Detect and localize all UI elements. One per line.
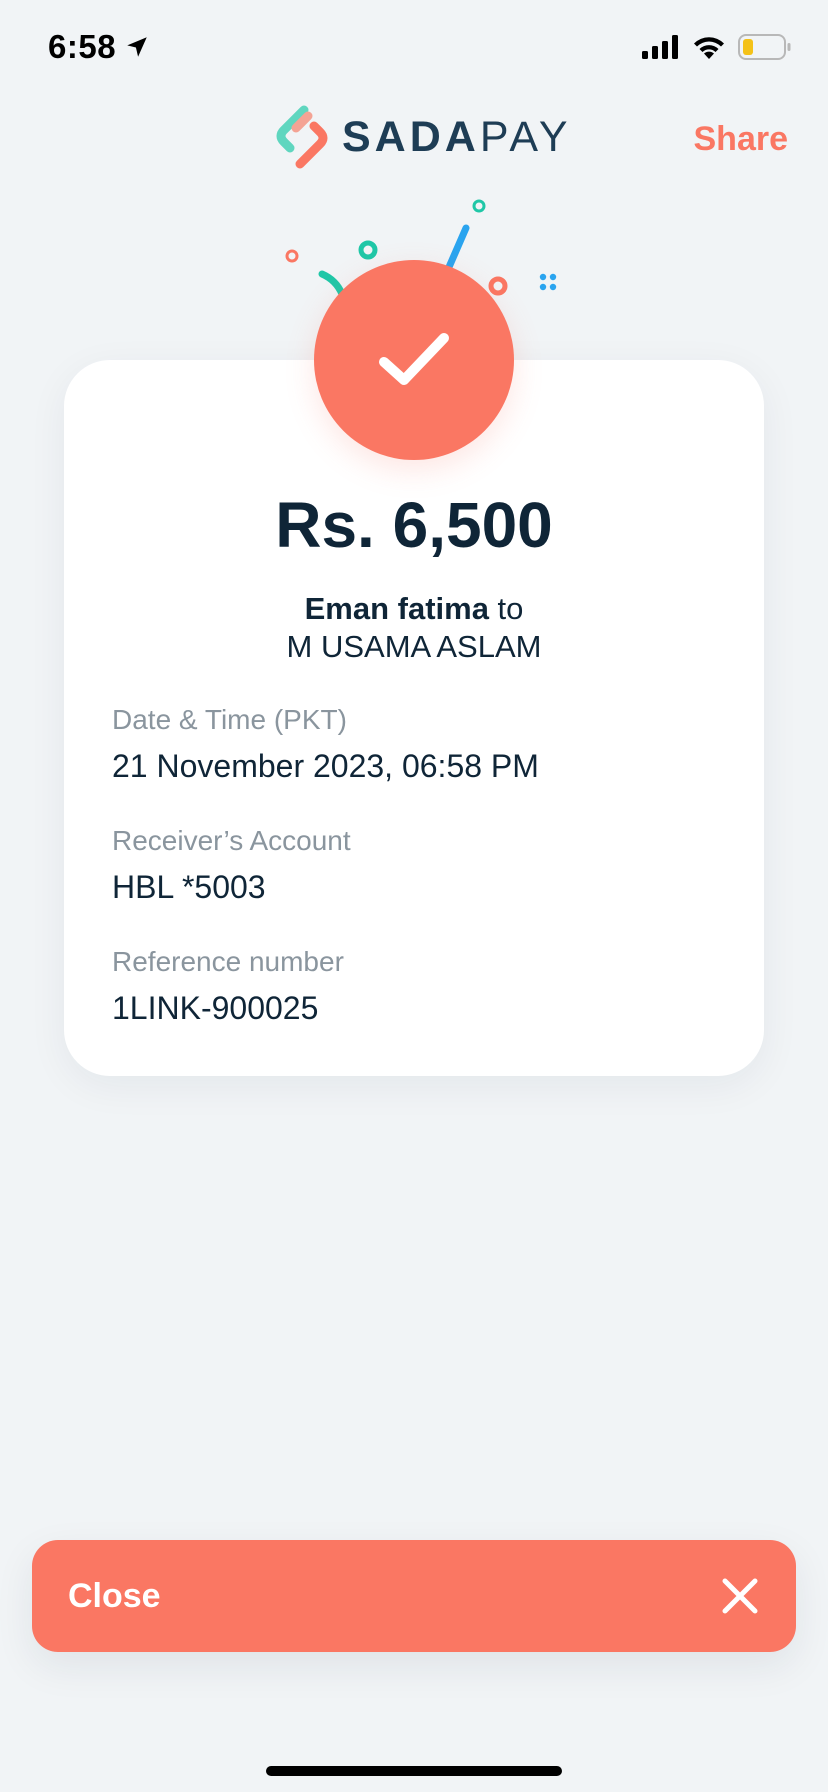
share-button[interactable]: Share: [694, 120, 789, 159]
reference-number-value: 1LINK-900025: [112, 990, 319, 1026]
sadapay-logo: SADAPAY: [274, 104, 572, 170]
battery-low-icon: [738, 34, 791, 60]
logo-wordmark-strong: SADA: [342, 112, 480, 161]
transfer-connector: to: [488, 591, 524, 626]
status-bar-time: 6:58: [48, 28, 150, 66]
sadapay-logo-icon: [276, 105, 328, 169]
location-arrow-icon: [127, 37, 147, 57]
success-badge: [314, 260, 514, 460]
transfer-amount: Rs. 6,500: [275, 489, 553, 561]
transfer-receipt-screen: 6:58 SADAPAY Share Rs. 6,500 Eman fatima…: [0, 0, 828, 1792]
receipt-card: Rs. 6,500 Eman fatima to M USAMA ASLAM D…: [64, 360, 764, 1076]
transfer-parties: Eman fatima to M USAMA ASLAM: [64, 590, 764, 666]
wifi-icon: [694, 37, 724, 59]
receiver-account-value: HBL *5003: [112, 869, 266, 905]
date-time-label: Date & Time (PKT): [112, 704, 347, 735]
logo-wordmark: SADAPAY: [342, 113, 572, 162]
checkmark-icon: [379, 333, 449, 385]
close-button-label: Close: [68, 1576, 161, 1615]
close-icon: [722, 1578, 758, 1614]
home-indicator[interactable]: [266, 1766, 562, 1776]
sender-name: Eman fatima: [304, 591, 489, 626]
receiver-name: M USAMA ASLAM: [286, 629, 542, 664]
close-button[interactable]: Close: [32, 1540, 796, 1652]
status-time-text: 6:58: [48, 28, 117, 65]
cellular-signal-icon: [642, 35, 678, 59]
status-bar-indicators: [642, 34, 792, 60]
logo-wordmark-light: PAY: [479, 112, 572, 161]
date-time-value: 21 November 2023, 06:58 PM: [112, 748, 539, 784]
receiver-account-label: Receiver’s Account: [112, 825, 351, 856]
reference-number-label: Reference number: [112, 946, 344, 977]
